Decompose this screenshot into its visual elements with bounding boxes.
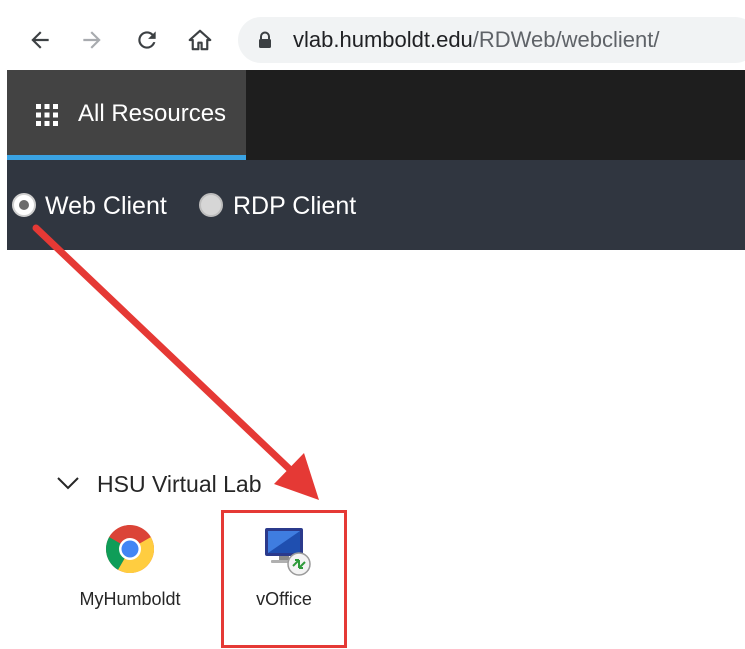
home-icon bbox=[188, 29, 212, 51]
browser-toolbar: vlab.humboldt.edu/RDWeb/webclient/ bbox=[0, 0, 745, 70]
back-button[interactable] bbox=[22, 22, 58, 58]
web-client-radio[interactable] bbox=[12, 193, 36, 217]
reload-button[interactable] bbox=[129, 22, 165, 58]
app-header: All Resources bbox=[7, 70, 745, 160]
web-client-label[interactable]: Web Client bbox=[45, 192, 167, 220]
rdp-client-radio[interactable] bbox=[199, 193, 223, 217]
chrome-icon bbox=[105, 525, 155, 574]
collection-title: HSU Virtual Lab bbox=[97, 471, 262, 497]
url-host: vlab.humboldt.edu bbox=[293, 27, 473, 52]
home-button[interactable] bbox=[182, 22, 218, 58]
apps-grid-icon bbox=[36, 104, 58, 126]
tab-all-resources[interactable]: All Resources bbox=[7, 70, 246, 160]
reload-icon bbox=[138, 31, 156, 49]
forward-arrow-icon bbox=[83, 31, 101, 49]
app-tile-myhumboldt[interactable]: MyHumboldt bbox=[65, 520, 195, 630]
url-path: /RDWeb/webclient/ bbox=[472, 27, 660, 52]
rdp-client-label[interactable]: RDP Client bbox=[233, 192, 356, 220]
tab-all-resources-label: All Resources bbox=[78, 100, 227, 127]
chevron-down-icon[interactable] bbox=[57, 476, 79, 490]
app-name: MyHumboldt bbox=[79, 589, 181, 609]
client-selector-bar: Web Client RDP Client bbox=[7, 160, 745, 250]
forward-button[interactable] bbox=[74, 22, 110, 58]
url-text: vlab.humboldt.edu/RDWeb/webclient/ bbox=[293, 28, 659, 52]
lock-icon bbox=[259, 31, 271, 48]
back-arrow-icon bbox=[31, 31, 49, 49]
highlight-box bbox=[221, 510, 347, 648]
address-bar[interactable]: vlab.humboldt.edu/RDWeb/webclient/ bbox=[238, 17, 745, 63]
